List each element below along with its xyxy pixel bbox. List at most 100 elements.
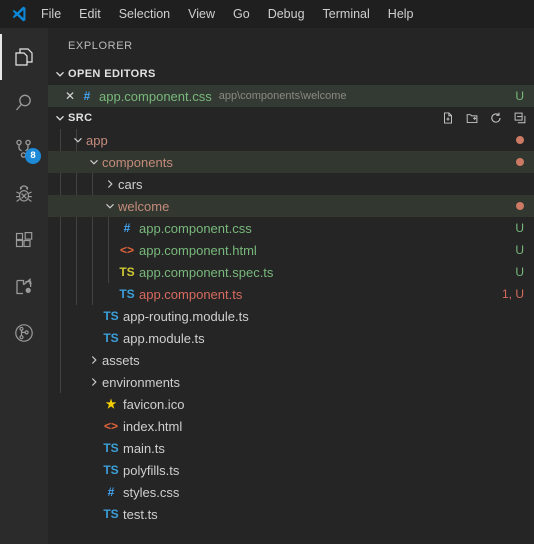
tree-label: app.module.ts <box>123 330 205 346</box>
tree-row-file-test-ts[interactable]: TS test.ts <box>48 503 534 525</box>
page-title: EXPLORER <box>68 39 133 52</box>
typescript-file-icon: TS <box>103 331 119 345</box>
modified-dot-badge <box>516 136 524 144</box>
tree-row-folder-cars[interactable]: cars <box>48 173 534 195</box>
source-control-badge: 8 <box>25 148 41 164</box>
menu-view[interactable]: View <box>180 3 223 25</box>
new-file-icon[interactable] <box>440 110 456 126</box>
html-file-icon: <> <box>103 419 118 433</box>
tree-row-file-app-component-html[interactable]: <> app.component.html U <box>48 239 534 261</box>
typescript-test-file-icon: TS <box>119 265 135 279</box>
tree-row-folder-app[interactable]: app <box>48 129 534 151</box>
menu-file[interactable]: File <box>33 3 69 25</box>
html-file-icon: <> <box>119 243 134 257</box>
tree-row-folder-environments[interactable]: environments <box>48 371 534 393</box>
activity-live-share[interactable] <box>0 264 48 310</box>
tree-label: polyfills.ts <box>123 462 180 478</box>
tree-label: app.component.ts <box>139 286 243 302</box>
chevron-down-icon <box>52 113 68 123</box>
open-editors-header[interactable]: OPEN EDITORS <box>48 63 534 85</box>
tree-row-folder-components[interactable]: components <box>48 151 534 173</box>
src-label: SRC <box>68 112 93 124</box>
tree-label: main.ts <box>123 440 165 456</box>
tree-row-folder-welcome[interactable]: welcome <box>48 195 534 217</box>
css-file-icon: # <box>83 89 91 103</box>
menu-help[interactable]: Help <box>380 3 422 25</box>
css-file-icon: # <box>107 485 115 499</box>
typescript-file-icon: TS <box>103 463 119 477</box>
tree-label: test.ts <box>123 506 158 522</box>
tree-label: assets <box>102 352 140 368</box>
workbench: 8 EXPLORER OPEN EDITORS ✕ # app.componen… <box>0 28 534 544</box>
open-editor-badge: U <box>515 89 524 103</box>
typescript-file-icon: TS <box>103 309 119 323</box>
activity-gitlens[interactable] <box>0 310 48 356</box>
tree-label: cars <box>118 176 143 192</box>
tree-row-file-main-ts[interactable]: TS main.ts <box>48 437 534 459</box>
tree-row-file-app-component-css[interactable]: # app.component.css U <box>48 217 534 239</box>
git-status-badge: U <box>515 243 524 257</box>
favicon-star-icon: ★ <box>105 397 117 411</box>
open-editor-path: app\components\welcome <box>218 90 347 102</box>
chevron-right-icon <box>86 377 102 387</box>
activity-source-control[interactable]: 8 <box>0 126 48 172</box>
debug-icon <box>12 183 36 207</box>
tree-label: styles.css <box>123 484 180 500</box>
activity-extensions[interactable] <box>0 218 48 264</box>
git-graph-icon <box>12 321 36 345</box>
activity-search[interactable] <box>0 80 48 126</box>
src-section-header[interactable]: SRC <box>48 107 534 129</box>
src-actions <box>440 110 528 126</box>
chevron-down-icon <box>86 157 102 167</box>
tree-row-file-index-html[interactable]: <> index.html <box>48 415 534 437</box>
explorer-sidebar: EXPLORER OPEN EDITORS ✕ # app.component.… <box>48 28 534 544</box>
menu-edit[interactable]: Edit <box>71 3 109 25</box>
tree-label: app <box>86 132 108 148</box>
tree-label: welcome <box>118 198 170 214</box>
tree-row-file-polyfills-ts[interactable]: TS polyfills.ts <box>48 459 534 481</box>
live-share-icon <box>12 275 36 299</box>
css-file-icon: # <box>123 221 131 235</box>
chevron-down-icon <box>70 135 86 145</box>
close-icon[interactable]: ✕ <box>62 89 78 103</box>
typescript-file-icon: TS <box>103 507 119 521</box>
tree-row-file-app-routing-module-ts[interactable]: TS app-routing.module.ts <box>48 305 534 327</box>
collapse-all-icon[interactable] <box>512 110 528 126</box>
tree-label: app.component.html <box>139 242 257 258</box>
refresh-icon[interactable] <box>488 110 504 126</box>
modified-dot-badge <box>516 158 524 166</box>
menu-go[interactable]: Go <box>225 3 258 25</box>
tree-label: components <box>102 154 173 170</box>
menu-debug[interactable]: Debug <box>260 3 313 25</box>
open-editor-item[interactable]: ✕ # app.component.css app\components\wel… <box>48 85 534 107</box>
menu-bar: File Edit Selection View Go Debug Termin… <box>0 0 534 28</box>
tree-label: app-routing.module.ts <box>123 308 249 324</box>
open-editor-filename: app.component.css <box>99 88 212 104</box>
chevron-right-icon <box>102 179 118 189</box>
tree-row-file-app-component-spec-ts[interactable]: TS app.component.spec.ts U <box>48 261 534 283</box>
tree-label: app.component.spec.ts <box>139 264 274 280</box>
new-folder-icon[interactable] <box>464 110 480 126</box>
git-status-badge: U <box>515 265 524 279</box>
tree-row-file-favicon-ico[interactable]: ★ favicon.ico <box>48 393 534 415</box>
git-status-badge: U <box>515 221 524 235</box>
vscode-logo <box>6 4 32 24</box>
menu-terminal[interactable]: Terminal <box>315 3 378 25</box>
tree-row-file-styles-css[interactable]: # styles.css <box>48 481 534 503</box>
file-tree: app components cars welcome # app.compon… <box>48 129 534 544</box>
chevron-down-icon <box>52 69 68 79</box>
git-status-badge: 1, U <box>501 287 524 301</box>
tree-label: favicon.ico <box>123 396 185 412</box>
tree-row-folder-assets[interactable]: assets <box>48 349 534 371</box>
tree-row-file-app-module-ts[interactable]: TS app.module.ts <box>48 327 534 349</box>
activity-debug[interactable] <box>0 172 48 218</box>
chevron-down-icon <box>102 201 118 211</box>
activity-explorer[interactable] <box>0 34 48 80</box>
open-editors-label: OPEN EDITORS <box>68 68 156 80</box>
tree-row-file-app-component-ts[interactable]: TS app.component.ts 1, U <box>48 283 534 305</box>
search-icon <box>12 91 36 115</box>
tree-label: app.component.css <box>139 220 252 236</box>
chevron-right-icon <box>86 355 102 365</box>
files-icon <box>12 45 36 69</box>
menu-selection[interactable]: Selection <box>111 3 178 25</box>
